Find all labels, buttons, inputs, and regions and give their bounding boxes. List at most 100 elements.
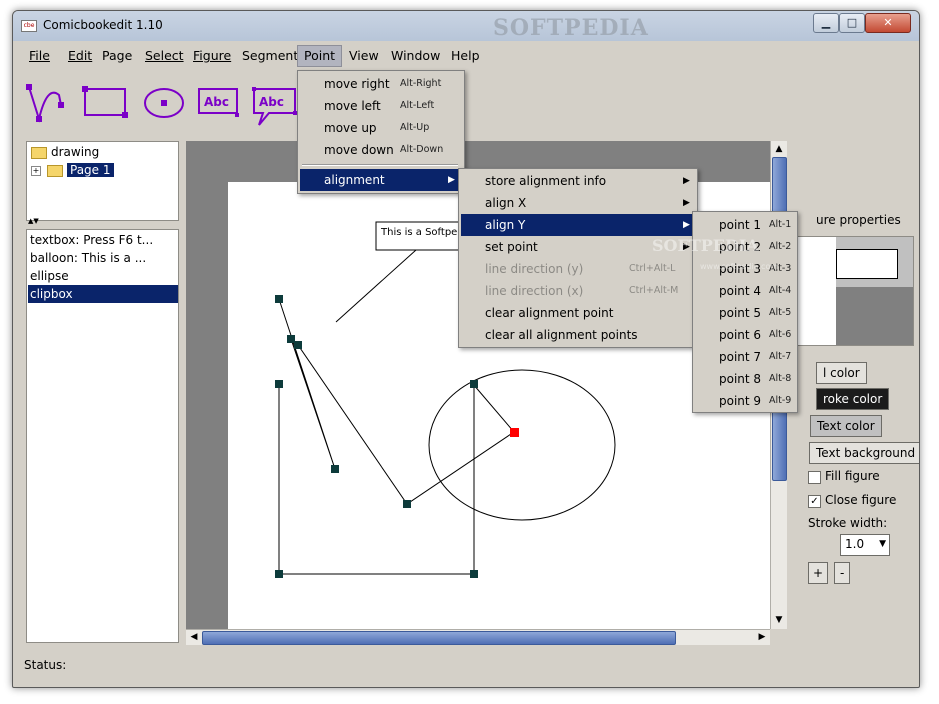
menu-item-move-down[interactable]: move down Alt-Down <box>300 139 462 161</box>
close-figure-label: Close figure <box>825 493 897 507</box>
app-icon: cbe <box>21 20 37 32</box>
figure-list: textbox: Press F6 t... balloon: This is … <box>26 229 179 643</box>
balloon-text: This is a Softped <box>380 227 464 238</box>
scroll-up-icon[interactable]: ▲ <box>772 142 786 156</box>
close-figure-checkbox[interactable]: ✓ <box>808 495 821 508</box>
menu-item-store-alignment-info[interactable]: store alignment info ▶ <box>461 170 695 192</box>
menu-edit-label: Edit <box>68 48 93 63</box>
menu-item-line-direction-x: line direction (x) Ctrl+Alt-M <box>485 284 679 298</box>
menu-bar: File Edit Page Select Figure Segment Poi… <box>13 43 919 67</box>
menu-item-point-9[interactable]: point 9 Alt-9 <box>695 390 795 412</box>
point-menu: move right Alt-Right move left Alt-Left mo… <box>297 70 465 194</box>
menu-help[interactable]: Help <box>445 46 486 66</box>
menu-item-align-x[interactable]: align X ▶ <box>461 192 695 214</box>
submenu-arrow-icon: ▶ <box>448 175 455 185</box>
figure-list-item[interactable]: ellipse <box>28 267 178 285</box>
folder-icon <box>47 164 63 177</box>
tree-node-drawing[interactable]: drawing <box>31 144 99 160</box>
fill-figure-label: Fill figure <box>825 469 880 483</box>
menu-file[interactable]: File <box>23 46 56 66</box>
menu-item-point-8[interactable]: point 8 Alt-8 <box>695 368 795 390</box>
menu-item-move-right[interactable]: move right Alt-Right <box>300 73 462 95</box>
balloon-tool-label: Abc <box>259 95 284 109</box>
menu-help-label: Help <box>451 48 480 63</box>
stroke-width-value: 1.0 <box>845 537 865 551</box>
balloon-tool-icon[interactable]: Abc <box>252 87 297 126</box>
stroke-width-select[interactable]: 1.0 ▼ <box>840 534 890 556</box>
overlay-watermark: SOFTPEDIA <box>652 236 759 255</box>
figure-list-item[interactable]: textbox: Press F6 t... <box>28 231 178 249</box>
horizontal-scrollbar[interactable]: ◀ ▶ <box>186 629 770 645</box>
minimize-button[interactable]: ▁ <box>813 13 839 33</box>
menu-item-point-7[interactable]: point 7 Alt-7 <box>695 346 795 368</box>
alignment-submenu: store alignment info ▶ align X ▶ align Y ▶ … <box>458 168 698 348</box>
text-color-button[interactable]: Text color <box>810 415 882 437</box>
overlay-watermark-url: www.softpedia.com <box>700 262 779 271</box>
menu-item-move-left[interactable]: move left Alt-Left <box>300 95 462 117</box>
tree-child-label: Page 1 <box>67 163 114 177</box>
selected-control-point[interactable] <box>510 428 519 437</box>
chevron-down-icon: ▼ <box>879 539 886 549</box>
scroll-down-icon[interactable]: ▼ <box>772 613 786 627</box>
menu-item-point-4[interactable]: point 4 Alt-4 <box>695 280 795 302</box>
menu-figure[interactable]: Figure <box>187 46 237 66</box>
fill-color-button[interactable]: l color <box>816 362 867 384</box>
figure-properties-panel: ure properties l color roke color Text c… <box>788 141 919 641</box>
tree-node-page1[interactable]: + Page 1 <box>31 162 114 178</box>
panel-splitter[interactable]: ▲▼ <box>26 217 177 229</box>
menu-item-alignment[interactable]: alignment ▶ <box>300 169 462 191</box>
watermark-text: SOFTPEDIA <box>493 15 649 41</box>
maximize-button[interactable]: □ <box>839 13 865 33</box>
submenu-arrow-icon: ▶ <box>683 198 690 208</box>
menu-item-line-direction-y: line direction (y) Ctrl+Alt-L <box>485 262 676 276</box>
menu-point[interactable]: Point <box>297 45 343 67</box>
text-background-button[interactable]: Text background <box>809 442 919 464</box>
menu-item-clear-all-alignment-points[interactable]: clear all alignment points <box>461 324 695 346</box>
scroll-right-icon[interactable]: ▶ <box>755 630 769 644</box>
stroke-width-plus-button[interactable]: + <box>808 562 829 584</box>
bezier-tool-icon[interactable] <box>26 84 64 123</box>
stroke-width-minus-button[interactable]: - <box>834 562 851 584</box>
title-bar: cbe Comicbookedit 1.10 SOFTPEDIA ▁ □ ✕ <box>13 11 919 41</box>
menu-item-move-up[interactable]: move up Alt-Up <box>300 117 462 139</box>
control-points[interactable] <box>275 295 478 578</box>
submenu-arrow-icon: ▶ <box>683 176 690 186</box>
figure-list-item-selected[interactable]: clipbox <box>28 285 178 303</box>
menu-segment[interactable]: Segment <box>236 46 304 66</box>
menu-item-point-5[interactable]: point 5 Alt-5 <box>695 302 795 324</box>
horizontal-scroll-thumb[interactable] <box>202 631 676 645</box>
document-tree: drawing + Page 1 <box>26 141 179 221</box>
menu-page[interactable]: Page <box>96 46 138 66</box>
tree-expander-icon[interactable]: + <box>31 165 41 176</box>
menu-page-label: Page <box>102 48 133 63</box>
figure-list-item[interactable]: balloon: This is a ... <box>28 249 178 267</box>
textbox-tool-label: Abc <box>204 95 229 109</box>
menu-segment-label: Segment <box>242 48 299 63</box>
rectangle-tool-icon[interactable] <box>82 86 128 118</box>
menu-select[interactable]: Select <box>139 46 190 66</box>
menu-select-label: Select <box>145 48 184 63</box>
window-title: Comicbookedit 1.10 <box>43 18 163 32</box>
menu-point-label: Point <box>304 48 336 63</box>
menu-item-point-1[interactable]: point 1 Alt-1 <box>695 214 795 236</box>
menu-item-clear-alignment-point[interactable]: clear alignment point <box>461 302 695 324</box>
close-button[interactable]: ✕ <box>865 13 911 33</box>
preview-shape <box>836 249 898 279</box>
scroll-left-icon[interactable]: ◀ <box>187 630 201 644</box>
textbox-tool-icon[interactable]: Abc <box>198 88 239 117</box>
menu-item-point-6[interactable]: point 6 Alt-6 <box>695 324 795 346</box>
menu-window[interactable]: Window <box>385 46 446 66</box>
menu-edit[interactable]: Edit <box>62 46 98 66</box>
ellipse-shape[interactable] <box>428 369 616 521</box>
status-text: Status: <box>24 658 67 672</box>
drawing-toolbar: Abc Abc <box>26 84 297 126</box>
ellipse-tool-icon[interactable] <box>144 88 184 118</box>
menu-figure-label: Figure <box>193 48 232 63</box>
menu-view[interactable]: View <box>343 46 385 66</box>
folder-open-icon <box>31 146 47 159</box>
menu-item-align-y[interactable]: align Y ▶ <box>461 214 695 236</box>
stroke-color-button[interactable]: roke color <box>816 388 890 410</box>
menu-window-label: Window <box>391 48 441 63</box>
properties-title: ure properties <box>816 213 901 227</box>
fill-figure-checkbox[interactable] <box>808 471 821 484</box>
